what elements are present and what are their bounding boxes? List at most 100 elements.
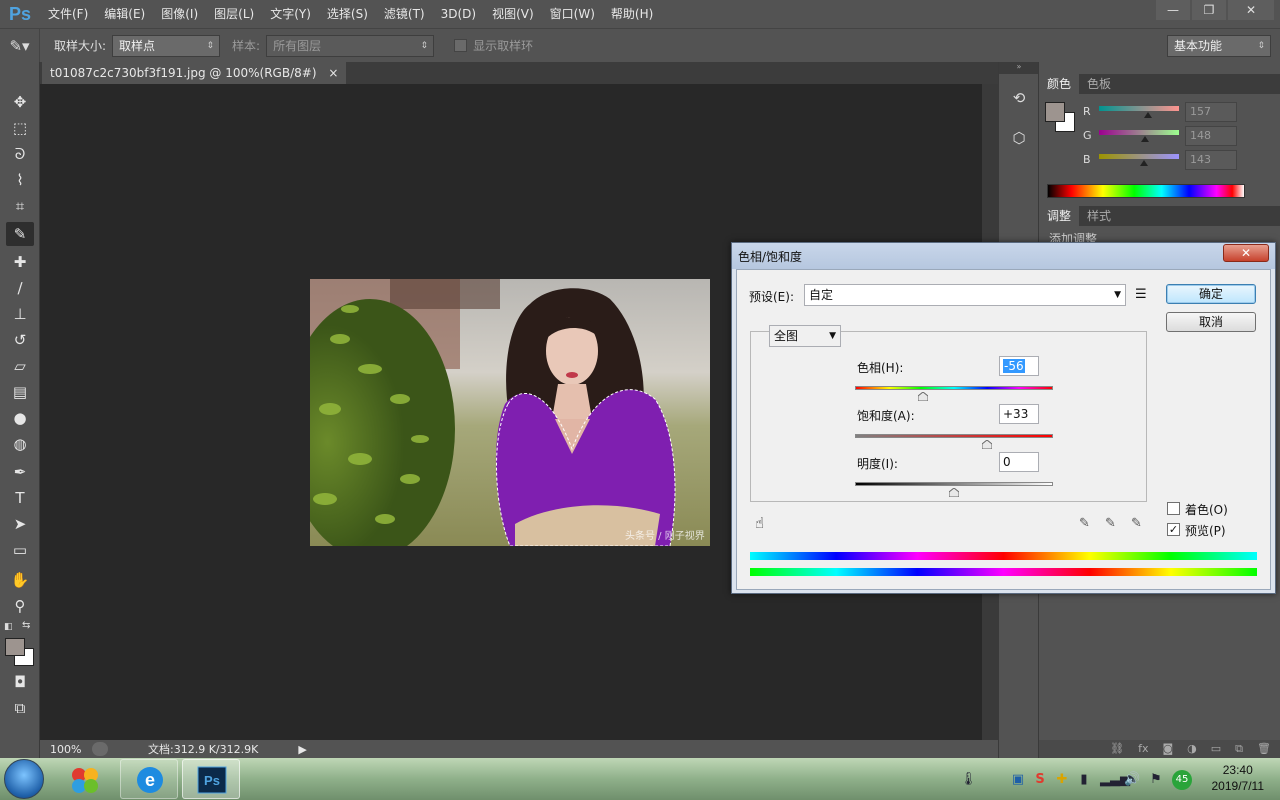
pen-icon[interactable]: ✒ — [6, 460, 34, 484]
status-icon[interactable] — [92, 742, 108, 756]
adjustment-layer-icon[interactable]: ◑ — [1187, 740, 1197, 758]
battery-icon[interactable]: ▮ — [1076, 772, 1092, 788]
blue-track[interactable] — [1099, 154, 1179, 159]
zoom-icon[interactable]: ⚲ — [6, 594, 34, 618]
eyedropper-add-icon[interactable]: ✎ — [1105, 516, 1116, 531]
tab-close-icon[interactable]: × — [328, 66, 338, 80]
blur-icon[interactable]: ● — [6, 406, 34, 430]
red-slider[interactable]: R 157 — [1083, 102, 1273, 124]
security-s-icon[interactable]: S — [1032, 772, 1048, 788]
menu-help[interactable]: 帮助(H) — [603, 0, 661, 28]
link-layers-icon[interactable]: ⛓ — [1110, 740, 1124, 758]
plus-shield-icon[interactable]: ✚ — [1054, 772, 1070, 788]
menu-3d[interactable]: 3D(D) — [433, 0, 484, 28]
blue-value[interactable]: 143 — [1185, 150, 1237, 170]
hue-slider-thumb[interactable] — [918, 392, 929, 401]
eyedropper-icon[interactable]: ✎ — [6, 222, 34, 246]
lightness-input[interactable]: 0 — [999, 452, 1039, 472]
green-thumb[interactable] — [1141, 136, 1149, 142]
green-track[interactable] — [1099, 130, 1179, 135]
close-icon[interactable]: ✕ — [1228, 0, 1274, 20]
tab-swatches[interactable]: 色板 — [1079, 74, 1119, 94]
menu-type[interactable]: 文字(Y) — [262, 0, 319, 28]
windows-start-icon[interactable] — [4, 759, 44, 799]
menu-file[interactable]: 文件(F) — [40, 0, 96, 28]
move-icon[interactable]: ✥ — [6, 90, 34, 114]
photoshop-taskbar-icon[interactable]: Ps — [182, 759, 240, 799]
color-spectrum-bar[interactable] — [1047, 184, 1245, 198]
menu-image[interactable]: 图像(I) — [153, 0, 206, 28]
red-track[interactable] — [1099, 106, 1179, 111]
ok-button[interactable]: 确定 — [1166, 284, 1256, 304]
hand-icon[interactable]: ✋ — [6, 568, 34, 592]
saturation-slider-thumb[interactable] — [981, 440, 992, 449]
preview-checkbox[interactable]: ✓ — [1167, 523, 1180, 536]
document-image[interactable]: 头条号 / 刚子视界 — [310, 279, 710, 546]
stamp-icon[interactable]: ⊥ — [6, 302, 34, 326]
tab-adjustments[interactable]: 调整 — [1039, 206, 1080, 226]
hue-input[interactable]: -56 — [999, 356, 1039, 376]
tab-color[interactable]: 颜色 — [1039, 74, 1080, 94]
mask-icon[interactable]: ◙ — [1162, 740, 1173, 758]
sample-size-select[interactable]: 取样点 ⇕ — [112, 34, 221, 57]
flag-icon[interactable]: ⚑ — [1148, 772, 1164, 788]
tab-styles[interactable]: 样式 — [1079, 206, 1119, 226]
network-icon[interactable]: ▂▃▅ — [1100, 772, 1130, 788]
minimize-icon[interactable]: — — [1156, 0, 1190, 20]
lasso-icon[interactable]: ᘐ — [6, 142, 34, 166]
notification-badge[interactable]: 45 — [1172, 770, 1192, 790]
brush-icon[interactable]: ∕ — [6, 276, 34, 300]
clock[interactable]: 23:40 2019/7/11 — [1212, 762, 1265, 794]
eyedropper-icon[interactable]: ✎ — [1079, 516, 1090, 531]
delete-layer-icon[interactable]: 🗑 — [1257, 740, 1271, 758]
crop-icon[interactable]: ⌗ — [6, 194, 34, 218]
eyedropper-preset-icon[interactable]: ✎▾ — [0, 28, 40, 63]
volume-icon[interactable]: 🔊 — [1124, 772, 1140, 788]
target-adjust-hand-icon[interactable]: ☝ — [755, 514, 764, 532]
quick-select-icon[interactable]: ⌇ — [6, 168, 34, 192]
group-icon[interactable]: ▭ — [1211, 740, 1221, 758]
menu-filter[interactable]: 滤镜(T) — [376, 0, 433, 28]
restore-icon[interactable]: ❐ — [1192, 0, 1226, 20]
zoom-level[interactable]: 100% — [40, 743, 92, 756]
fx-icon[interactable]: fx — [1138, 740, 1148, 758]
thermometer-icon[interactable]: 🌡 — [960, 772, 977, 788]
blue-thumb[interactable] — [1140, 160, 1148, 166]
green-slider[interactable]: G 148 — [1083, 126, 1273, 148]
dialog-title-bar[interactable]: 色相/饱和度 ✕ — [732, 243, 1275, 269]
menu-window[interactable]: 窗口(W) — [542, 0, 603, 28]
collapse-icon[interactable]: » — [999, 62, 1039, 74]
fg-color-box[interactable] — [1045, 102, 1065, 122]
lightness-slider[interactable] — [855, 482, 1053, 486]
blue-slider[interactable]: B 143 — [1083, 150, 1273, 172]
red-thumb[interactable] — [1144, 112, 1152, 118]
path-select-icon[interactable]: ➤ — [6, 512, 34, 536]
preset-options-icon[interactable]: ☰ — [1135, 287, 1147, 302]
swap-colors-icon[interactable]: ⇆ — [22, 620, 34, 632]
eraser-icon[interactable]: ▱ — [6, 354, 34, 378]
workspace-select[interactable]: 基本功能 ⇕ — [1167, 35, 1271, 57]
default-colors-icon[interactable]: ◧ — [4, 622, 16, 634]
eyedropper-subtract-icon[interactable]: ✎ — [1131, 516, 1142, 531]
preset-select[interactable]: 自定 ▼ — [804, 284, 1126, 306]
hue-slider[interactable] — [855, 386, 1053, 390]
red-value[interactable]: 157 — [1185, 102, 1237, 122]
type-icon[interactable]: T — [6, 486, 34, 510]
quick-mask-icon[interactable]: ◘ — [6, 670, 34, 694]
rectangle-icon[interactable]: ▭ — [6, 538, 34, 562]
history-brush-icon[interactable]: ↺ — [6, 328, 34, 352]
sample-select[interactable]: 所有图层 ⇕ — [266, 34, 435, 57]
marquee-icon[interactable]: ⬚ — [6, 116, 34, 140]
healing-icon[interactable]: ✚ — [6, 250, 34, 274]
menu-layer[interactable]: 图层(L) — [206, 0, 262, 28]
document-tab[interactable]: t01087c2c730bf3f191.jpg @ 100%(RGB/8#) × — [42, 62, 347, 84]
properties-panel-icon[interactable]: ⬡ — [1007, 126, 1031, 150]
lightness-slider-thumb[interactable] — [949, 488, 959, 497]
status-menu-arrow-icon[interactable]: ▶ — [298, 743, 306, 756]
app-launcher-icon[interactable] — [56, 759, 114, 799]
saturation-slider[interactable] — [855, 434, 1053, 438]
show-ring-checkbox[interactable] — [454, 39, 468, 52]
saturation-input[interactable]: +33 — [999, 404, 1039, 424]
dodge-icon[interactable]: ◍ — [6, 432, 34, 456]
menu-select[interactable]: 选择(S) — [319, 0, 376, 28]
